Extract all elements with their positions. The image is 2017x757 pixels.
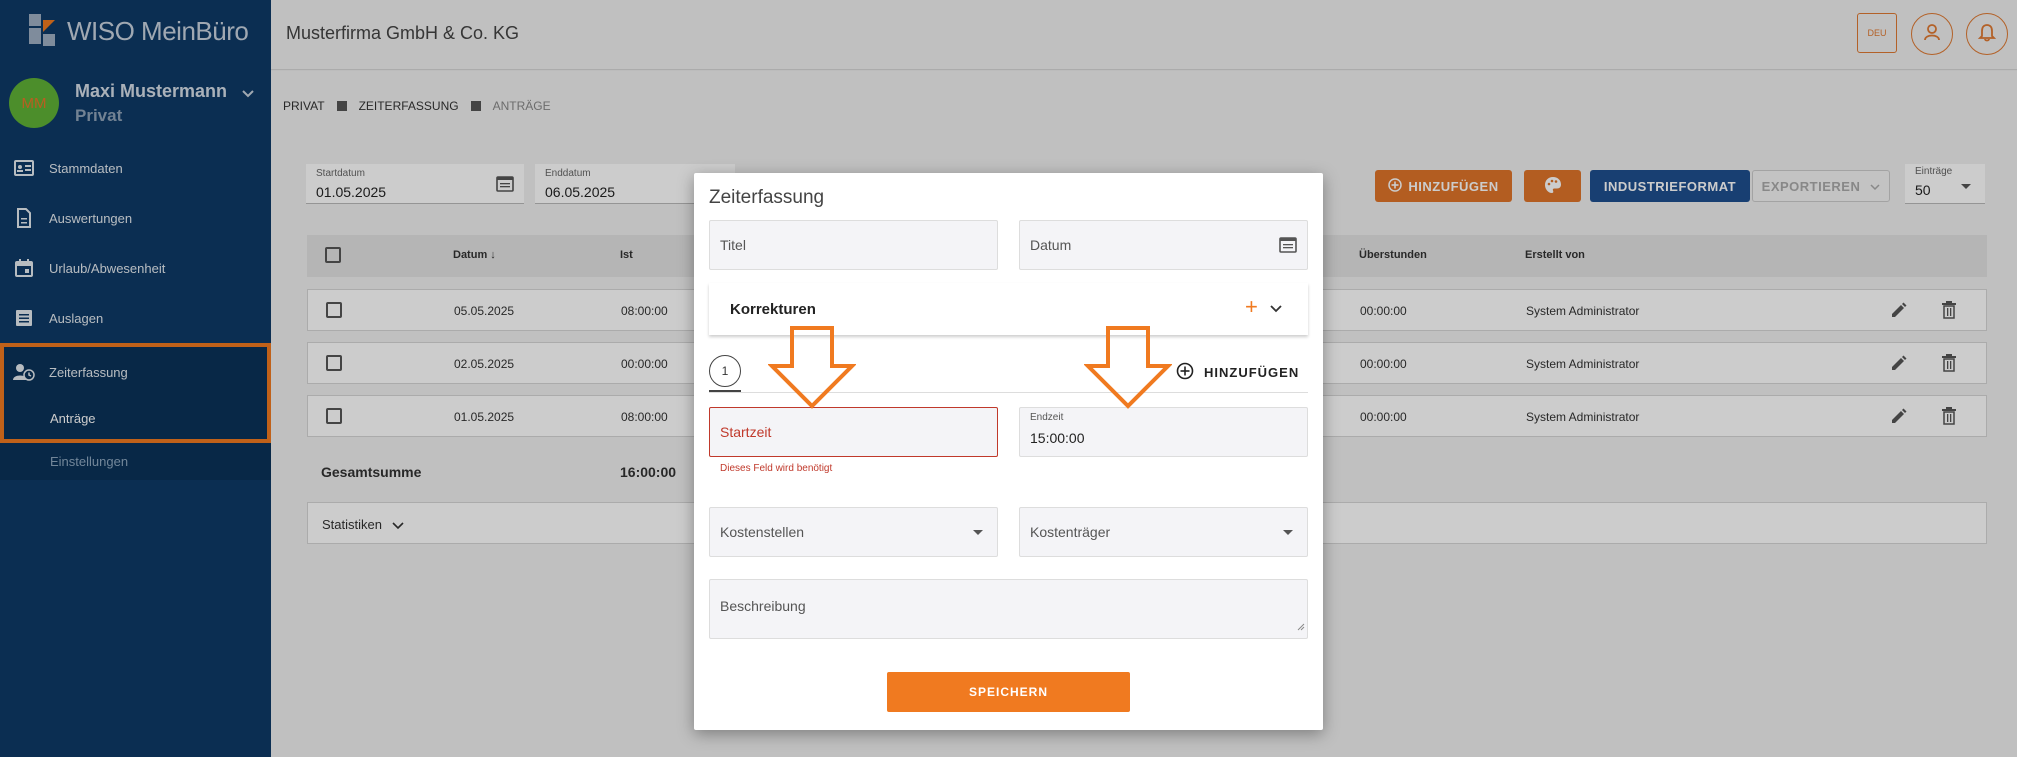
save-button[interactable]: SPEICHERN bbox=[887, 672, 1130, 712]
plus-icon[interactable]: + bbox=[1245, 294, 1258, 320]
dialog-title: Zeiterfassung bbox=[709, 187, 825, 208]
start-time-error: Dieses Feld wird benötigt bbox=[720, 463, 833, 474]
time-entry-dialog: Zeiterfassung Titel Datum Korrekturen + … bbox=[694, 173, 1323, 730]
chevron-down-icon[interactable] bbox=[1270, 300, 1282, 318]
date-input[interactable]: Datum bbox=[1019, 220, 1308, 270]
dropdown-arrow-icon bbox=[1283, 530, 1293, 535]
annotation-arrow-icon bbox=[768, 326, 856, 409]
cost-center-placeholder: Kostenstellen bbox=[720, 524, 805, 540]
start-time-input[interactable]: Startzeit bbox=[709, 407, 998, 457]
date-placeholder: Datum bbox=[1030, 237, 1072, 253]
end-time-input[interactable]: Endzeit 15:00:00 bbox=[1019, 407, 1308, 457]
add-correction-label: HINZUFÜGEN bbox=[1204, 365, 1300, 380]
add-correction-button[interactable]: HINZUFÜGEN bbox=[1176, 362, 1299, 383]
description-textarea[interactable]: Beschreibung bbox=[709, 579, 1308, 639]
title-input[interactable]: Titel bbox=[709, 220, 998, 270]
end-time-label: Endzeit bbox=[1030, 412, 1064, 423]
calendar-icon[interactable] bbox=[1279, 235, 1297, 258]
plus-circle-icon bbox=[1176, 362, 1194, 383]
resize-handle-icon[interactable] bbox=[1297, 618, 1305, 636]
title-placeholder: Titel bbox=[720, 237, 746, 253]
corrections-title: Korrekturen bbox=[730, 301, 816, 318]
annotation-arrow-icon bbox=[1084, 326, 1172, 409]
cost-unit-select[interactable]: Kostenträger bbox=[1019, 507, 1308, 557]
end-time-value: 15:00:00 bbox=[1030, 430, 1085, 446]
start-time-placeholder: Startzeit bbox=[720, 424, 772, 440]
correction-tab-1[interactable]: 1 bbox=[709, 355, 741, 387]
description-placeholder: Beschreibung bbox=[720, 598, 806, 614]
cost-unit-placeholder: Kostenträger bbox=[1030, 524, 1111, 540]
cost-center-select[interactable]: Kostenstellen bbox=[709, 507, 998, 557]
dropdown-arrow-icon bbox=[973, 530, 983, 535]
